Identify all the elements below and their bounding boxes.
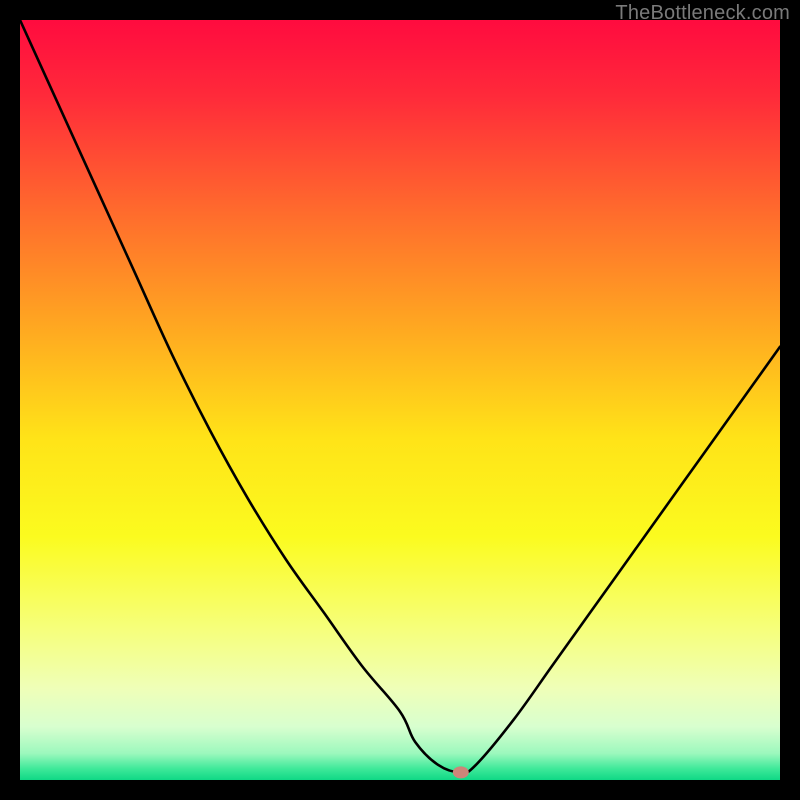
chart-frame: TheBottleneck.com bbox=[0, 0, 800, 800]
bottleneck-curve bbox=[20, 20, 780, 773]
attribution-label: TheBottleneck.com bbox=[615, 2, 790, 25]
optimum-marker-icon bbox=[453, 766, 469, 778]
curve-layer bbox=[20, 20, 780, 780]
plot-area bbox=[20, 20, 780, 780]
